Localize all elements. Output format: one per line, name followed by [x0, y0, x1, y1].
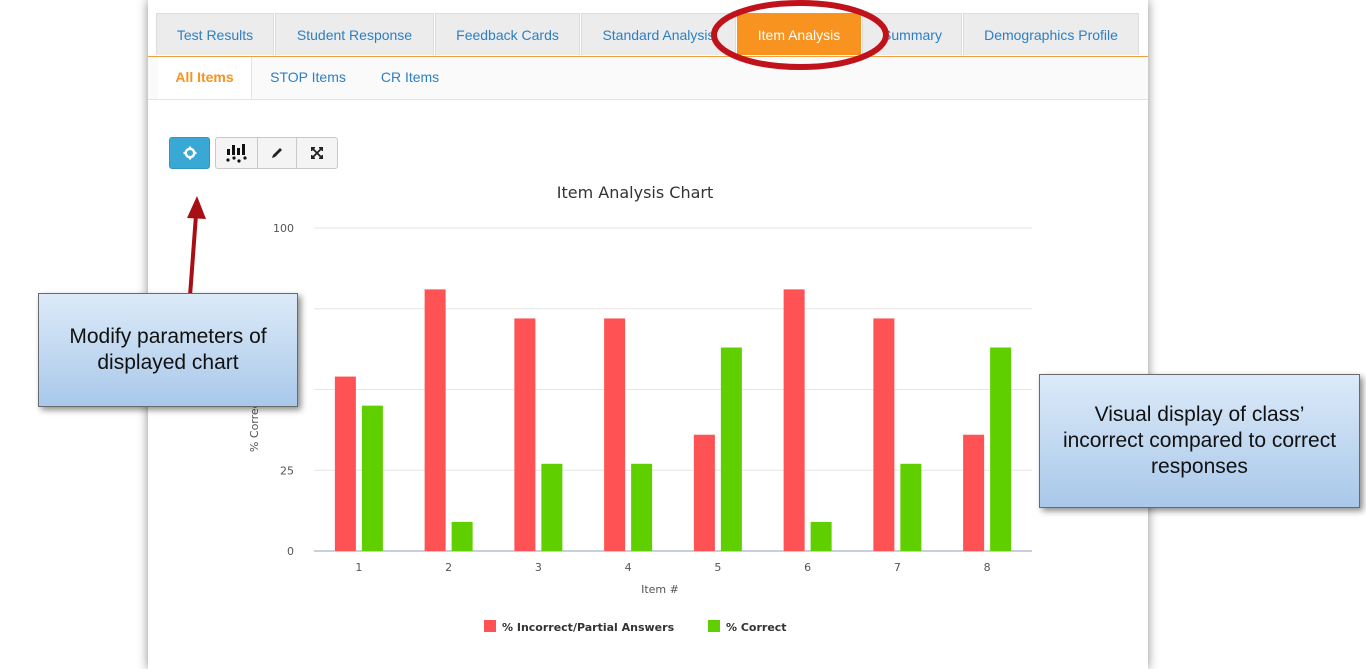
callout-modify-parameters: Modify parameters of displayed chart: [38, 293, 298, 407]
bar-incorrect[interactable]: [963, 434, 985, 551]
x-tick-label: 6: [804, 561, 811, 574]
legend-label-incorrect[interactable]: % Incorrect/Partial Answers: [502, 621, 675, 634]
callout-right-text: Visual display of class’ incorrect compa…: [1062, 402, 1337, 479]
chart-legend: % Incorrect/Partial Answers % Correct: [484, 620, 787, 634]
bar-correct[interactable]: [451, 521, 473, 551]
x-tick-label: 7: [894, 561, 901, 574]
chart-bars: [334, 289, 1012, 551]
x-tick-label: 2: [445, 561, 452, 574]
bar-incorrect[interactable]: [334, 376, 356, 551]
bar-correct[interactable]: [720, 347, 742, 551]
bar-incorrect[interactable]: [514, 318, 536, 551]
bar-incorrect[interactable]: [604, 318, 626, 551]
bar-incorrect[interactable]: [424, 289, 446, 551]
bar-incorrect[interactable]: [873, 318, 895, 551]
bar-correct[interactable]: [631, 463, 653, 551]
bar-correct[interactable]: [810, 521, 832, 551]
y-tick-label: 25: [280, 464, 294, 477]
x-axis-ticks: 1 2 3 4 5 6 7 8: [355, 561, 990, 574]
bar-incorrect[interactable]: [783, 289, 805, 551]
legend-label-correct[interactable]: % Correct: [726, 621, 787, 634]
bar-correct[interactable]: [990, 347, 1012, 551]
callout-left-text: Modify parameters of displayed chart: [69, 324, 267, 374]
x-tick-label: 3: [535, 561, 542, 574]
callout-arrow: [187, 196, 206, 297]
x-tick-label: 1: [355, 561, 362, 574]
x-tick-label: 5: [714, 561, 721, 574]
legend-swatch-incorrect[interactable]: [484, 620, 496, 632]
callout-visual-display: Visual display of class’ incorrect compa…: [1039, 374, 1360, 508]
bar-incorrect[interactable]: [693, 434, 715, 551]
x-tick-label: 4: [625, 561, 632, 574]
chart-title: Item Analysis Chart: [557, 183, 713, 202]
y-tick-label: 0: [287, 545, 294, 558]
legend-swatch-correct[interactable]: [708, 620, 720, 632]
bar-correct[interactable]: [541, 463, 563, 551]
bar-correct[interactable]: [900, 463, 922, 551]
x-tick-label: 8: [984, 561, 991, 574]
x-axis-title: Item #: [641, 583, 679, 596]
highlight-ellipse: [711, 0, 889, 70]
y-tick-label: 100: [273, 222, 294, 235]
chart-gridlines: [314, 227, 1032, 552]
bar-correct[interactable]: [361, 405, 383, 551]
